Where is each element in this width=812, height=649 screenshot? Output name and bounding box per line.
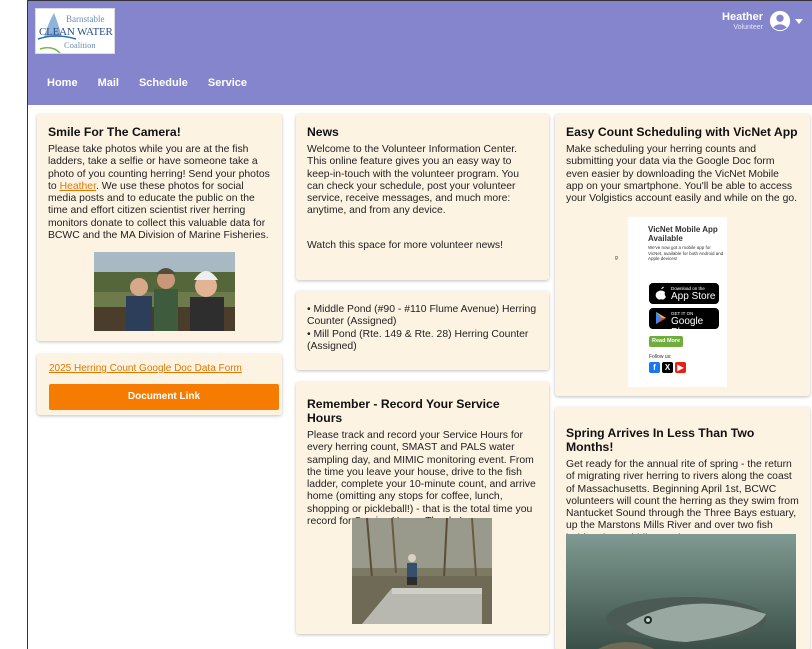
chevron-down-icon[interactable] (795, 19, 803, 24)
logo-line-1: Barnstable (66, 14, 105, 24)
fish-ladder-photo (352, 518, 492, 624)
vicnet-title: Easy Count Scheduling with VicNet App (566, 125, 798, 139)
app-store-big: App Store (671, 291, 716, 302)
herring-photo (566, 534, 796, 649)
heather-link[interactable]: Heather (60, 181, 96, 192)
service-hours-body: Please track and record your Service Hou… (307, 430, 536, 528)
user-name: Heather (722, 11, 763, 23)
nav-mail[interactable]: Mail (98, 77, 119, 89)
news-footer: Watch this space for more volunteer news… (307, 239, 503, 251)
document-link-button[interactable]: Document Link (49, 384, 279, 410)
assignment-item[interactable]: Middle Pond (#90 - #110 Flume Avenue) He… (307, 304, 538, 329)
coalition-logo[interactable]: Barnstable CLEAN WATER Coalition (35, 8, 115, 54)
camera-title: Smile For The Camera! (48, 125, 181, 139)
x-twitter-icon[interactable]: X (662, 362, 673, 373)
data-form-link[interactable]: 2025 Herring Count Google Doc Data Form (49, 363, 242, 374)
google-play-icon (656, 312, 666, 324)
spring-body: Get ready for the annual rite of spring … (566, 459, 799, 544)
ad-title-2: Available (648, 234, 683, 243)
news-title: News (307, 125, 339, 139)
read-more-button[interactable]: Read More (649, 336, 684, 347)
news-card: News Welcome to the Volunteer Informatio… (296, 114, 549, 280)
google-play-big: Google Play (671, 316, 704, 338)
nav-schedule[interactable]: Schedule (139, 77, 188, 89)
assignment-item[interactable]: Mill Pond (Rte. 149 & Rte. 28) Herring C… (307, 329, 538, 354)
account-circle-icon[interactable] (769, 10, 791, 32)
spring-title: Spring Arrives In Less Than Two Months! (566, 426, 755, 454)
selfie-photo (94, 252, 235, 331)
assignments-card: Middle Pond (#90 - #110 Flume Avenue) He… (296, 291, 549, 370)
youtube-icon[interactable]: ▶ (675, 362, 686, 373)
facebook-icon[interactable]: f (649, 362, 660, 373)
top-bar: Barnstable CLEAN WATER Coalition Heather… (28, 1, 812, 105)
user-menu[interactable]: Heather Volunteer (685, 7, 805, 37)
service-hours-title: Remember - Record Your Service Hours (307, 397, 500, 425)
apple-icon (655, 286, 666, 300)
ad-side-glyph: g (615, 255, 618, 261)
camera-body: Please take photos while you are at the … (48, 144, 271, 242)
nav-home[interactable]: Home (47, 77, 78, 89)
follow-us-label: Follow us: (649, 354, 672, 360)
news-body: Welcome to the Volunteer Information Cen… (307, 144, 519, 217)
app-store-button[interactable]: Download on the App Store (649, 283, 719, 304)
nav-service[interactable]: Service (208, 77, 247, 89)
main-nav: Home Mail Schedule Service (47, 77, 247, 89)
assignments-list: Middle Pond (#90 - #110 Flume Avenue) He… (307, 304, 538, 353)
logo-line-3: Coalition (64, 40, 96, 50)
google-play-button[interactable]: GET IT ON Google Play (649, 308, 719, 338)
logo-line-2: CLEAN WATER (39, 26, 113, 38)
vicnet-body: Make scheduling your herring counts and … (566, 144, 798, 205)
ad-subtitle: We've now got a mobile app for VicNet, a… (648, 245, 724, 261)
user-role: Volunteer (733, 24, 763, 31)
ad-title-1: VicNet Mobile App (648, 225, 718, 234)
app-frame: Barnstable CLEAN WATER Coalition Heather… (27, 0, 812, 649)
